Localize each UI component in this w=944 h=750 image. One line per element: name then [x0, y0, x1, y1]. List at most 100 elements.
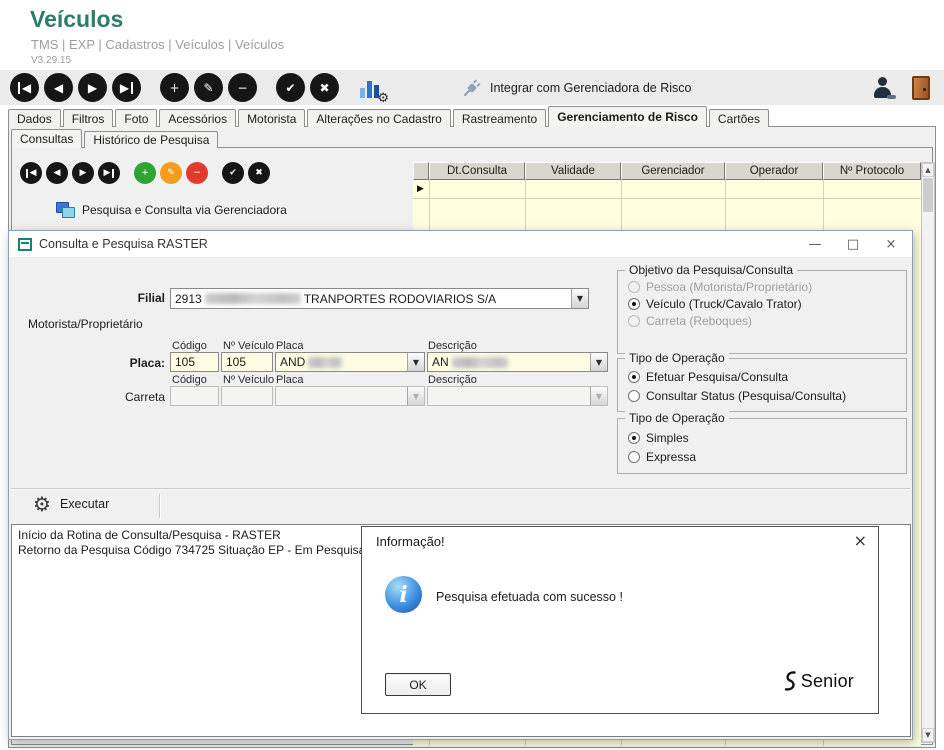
chart-bar-icon	[360, 88, 365, 98]
descricao-combobox[interactable]: AN ▼	[427, 352, 608, 372]
tab-rastreamento[interactable]: Rastreamento	[453, 109, 546, 127]
info-icon: i	[385, 576, 422, 613]
consulta-next-button[interactable]: ▶	[72, 162, 94, 184]
consulta-last-button[interactable]: ▶	[98, 162, 120, 184]
column-header-operador[interactable]: Operador	[725, 162, 823, 180]
tab-acessorios[interactable]: Acessórios	[159, 109, 236, 127]
radio-checked-icon	[628, 371, 640, 383]
first-record-icon: ◀	[18, 82, 31, 94]
gear-icon: ⚙	[33, 494, 51, 514]
column-header-dt-consulta[interactable]: Dt.Consulta	[429, 162, 525, 180]
consulta-previous-button[interactable]: ◀	[46, 162, 68, 184]
radio-consultar-status[interactable]: Consultar Status (Pesquisa/Consulta)	[628, 389, 846, 403]
scrollbar-thumb[interactable]	[923, 178, 933, 212]
senior-logo-text: Senior	[801, 671, 854, 692]
check-icon: ✔	[285, 82, 295, 94]
placa-combobox[interactable]: AND ▼	[275, 352, 425, 372]
descricao-dropdown-button[interactable]: ▼	[590, 353, 607, 371]
radio-checked-icon	[628, 432, 640, 444]
tab-cartoes[interactable]: Cartões	[709, 109, 769, 127]
executar-label: Executar	[60, 497, 109, 511]
grid-scrollbar[interactable]: ▲ ▼	[921, 162, 935, 743]
dialog-minimize-button[interactable]: —	[796, 232, 834, 256]
column-header-protocolo[interactable]: Nº Protocolo	[823, 162, 921, 180]
subtab-historico-pesquisa[interactable]: Histórico de Pesquisa	[84, 131, 218, 148]
tab-filtros[interactable]: Filtros	[63, 109, 114, 127]
executar-button[interactable]: ⚙ Executar	[33, 494, 109, 514]
radio-simples[interactable]: Simples	[628, 431, 689, 445]
tab-alteracoes-cadastro[interactable]: Alterações no Cadastro	[307, 109, 450, 127]
consulta-first-button[interactable]: ◀	[20, 162, 42, 184]
filial-name: TRANPORTES RODOVIARIOS S/A	[304, 292, 496, 306]
filial-dropdown-button[interactable]: ▼	[571, 289, 588, 308]
codigo-header: Código	[172, 340, 207, 352]
key-icon	[887, 95, 896, 99]
radio-simples-label: Simples	[646, 431, 689, 445]
placa-codigo-value: 105	[175, 355, 195, 369]
scroll-up-button[interactable]: ▲	[922, 163, 934, 177]
radio-expressa[interactable]: Expressa	[628, 450, 696, 464]
radio-efetuar-pesquisa[interactable]: Efetuar Pesquisa/Consulta	[628, 370, 788, 384]
filial-label: Filial	[59, 291, 165, 305]
add-record-button[interactable]: +	[160, 73, 189, 102]
dialog-close-button[interactable]: ×	[872, 232, 910, 256]
first-record-button[interactable]: ◀	[10, 73, 39, 102]
edit-pencil-icon: ✎	[203, 82, 213, 94]
tab-gerenciamento-risco[interactable]: Gerenciamento de Risco	[548, 106, 707, 127]
dialog-maximize-button[interactable]: □	[834, 232, 872, 256]
senior-s-icon	[782, 670, 798, 692]
placa-nveiculo-field[interactable]: 105	[221, 352, 273, 372]
confirm-button[interactable]: ✔	[276, 73, 305, 102]
placa-codigo-field[interactable]: 105	[170, 352, 219, 372]
filial-code: 2913	[175, 292, 202, 306]
column-header-gerenciador[interactable]: Gerenciador	[621, 162, 725, 180]
radio-veiculo[interactable]: Veículo (Truck/Cavalo Trator)	[628, 297, 802, 311]
placa-dropdown-button[interactable]: ▼	[407, 353, 424, 371]
ok-button[interactable]: OK	[385, 673, 451, 696]
last-record-button[interactable]: ▶	[112, 73, 141, 102]
subtab-consultas[interactable]: Consultas	[11, 129, 82, 148]
consulta-add-button[interactable]: +	[134, 162, 156, 184]
edit-record-button[interactable]: ✎	[194, 73, 223, 102]
cancel-button[interactable]: ✖	[310, 73, 339, 102]
radio-icon	[628, 281, 640, 293]
pesquisa-gerenciadora-link[interactable]: Pesquisa e Consulta via Gerenciadora	[56, 202, 287, 218]
senior-logo: Senior	[782, 670, 854, 692]
filial-combobox[interactable]: 2913 TRANPORTES RODOVIARIOS S/A ▼	[170, 288, 589, 309]
messagebox-title: Informação!	[376, 534, 445, 549]
user-access-icon[interactable]	[872, 77, 894, 99]
chart-settings-button[interactable]: ⚙	[358, 75, 384, 101]
placa-value: AND	[280, 355, 305, 369]
integrate-gerenciadora-button[interactable]: Integrar com Gerenciadora de Risco	[462, 78, 691, 98]
last-record-icon: ▶	[104, 169, 115, 178]
previous-record-button[interactable]: ◀	[44, 73, 73, 102]
tab-foto[interactable]: Foto	[115, 109, 157, 127]
consulta-edit-button[interactable]: ✎	[160, 162, 182, 184]
toolbar-right-group	[872, 76, 930, 100]
main-tab-strip: Dados Filtros Foto Acessórios Motorista …	[8, 106, 936, 127]
delete-minus-icon: −	[193, 169, 201, 178]
grid-header-row: Dt.Consulta Validade Gerenciador Operado…	[413, 162, 921, 180]
tab-dados[interactable]: Dados	[8, 109, 61, 127]
chart-bar-icon	[367, 81, 372, 98]
column-header-validade[interactable]: Validade	[525, 162, 621, 180]
tab-motorista[interactable]: Motorista	[238, 109, 305, 127]
messagebox-close-icon[interactable]: ×	[854, 531, 867, 550]
radio-pessoa: Pessoa (Motorista/Proprietário)	[628, 280, 812, 294]
grid-row-line	[413, 198, 921, 199]
motorista-proprietario-label: Motorista/Proprietário	[28, 317, 143, 331]
ok-button-label: OK	[409, 678, 426, 692]
consulta-confirm-button[interactable]: ✔	[222, 162, 244, 184]
descricao-header: Descrição	[428, 374, 477, 386]
consulta-delete-button[interactable]: −	[186, 162, 208, 184]
delete-record-button[interactable]: −	[228, 73, 257, 102]
next-record-button[interactable]: ▶	[78, 73, 107, 102]
carreta-label: Carreta	[59, 390, 165, 404]
consulta-cancel-button[interactable]: ✖	[248, 162, 270, 184]
executar-divider	[159, 494, 161, 518]
dialog-titlebar[interactable]: Consulta e Pesquisa RASTER — □ ×	[9, 231, 912, 257]
scroll-down-button[interactable]: ▼	[922, 728, 934, 742]
radio-efetuar-label: Efetuar Pesquisa/Consulta	[646, 370, 788, 384]
radio-checked-icon	[628, 298, 640, 310]
exit-door-icon[interactable]	[912, 76, 930, 100]
